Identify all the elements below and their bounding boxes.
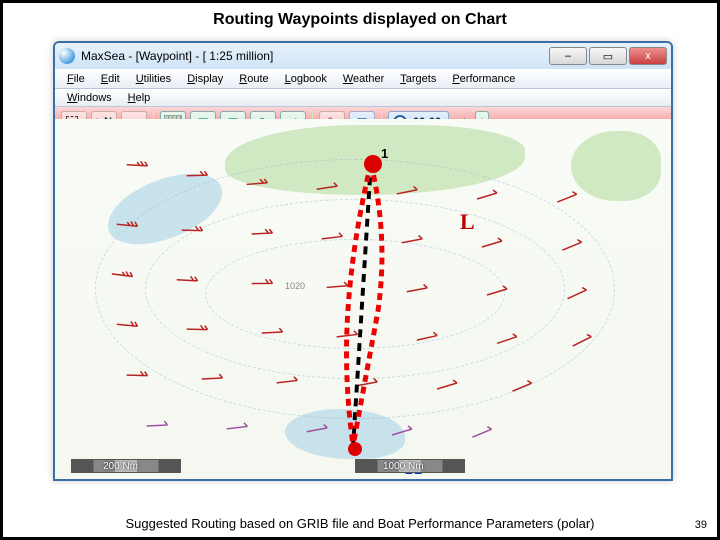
app-window: MaxSea - [Waypoint] - [ 1:25 million] – … bbox=[53, 41, 673, 481]
menu-windows[interactable]: Windows bbox=[59, 92, 120, 104]
wind-barb-icon bbox=[394, 184, 423, 200]
wind-barb-icon bbox=[480, 237, 508, 251]
waypoint-end[interactable] bbox=[348, 442, 362, 456]
wind-barb-icon bbox=[144, 416, 175, 436]
isobar-label: 1020 bbox=[285, 281, 305, 291]
menu-help[interactable]: Help bbox=[120, 92, 159, 104]
menubar-row2: Windows Help bbox=[55, 89, 671, 107]
scale-text-left: 200 Nm bbox=[103, 461, 138, 472]
maximize-button[interactable]: ▭ bbox=[589, 47, 627, 65]
menu-targets[interactable]: Targets bbox=[392, 73, 444, 85]
page-number: 39 bbox=[695, 519, 707, 531]
slide-footer: Suggested Routing based on GRIB file and… bbox=[3, 516, 717, 531]
menu-route[interactable]: Route bbox=[231, 73, 276, 85]
pressure-low-label: L bbox=[460, 209, 475, 235]
wind-barb-icon bbox=[224, 419, 254, 438]
wind-barb-icon bbox=[475, 189, 503, 203]
menu-edit[interactable]: Edit bbox=[93, 73, 128, 85]
wind-barb-icon bbox=[485, 285, 513, 299]
window-title: MaxSea - [Waypoint] - [ 1:25 million] bbox=[81, 49, 549, 63]
wind-barb-icon bbox=[509, 379, 538, 396]
chart-canvas[interactable]: 1020 1 L H 200 Nm 1000 Nm bbox=[55, 119, 671, 479]
close-button[interactable]: x bbox=[629, 47, 667, 65]
wind-barb-icon bbox=[304, 422, 333, 439]
menu-file[interactable]: File bbox=[59, 73, 93, 85]
landmass-shape bbox=[571, 131, 661, 201]
app-icon bbox=[59, 48, 75, 64]
wind-barb-icon bbox=[399, 233, 428, 250]
wind-barb-icon bbox=[390, 425, 418, 439]
menubar: File Edit Utilities Display Route Logboo… bbox=[55, 69, 671, 89]
slide-title: Routing Waypoints displayed on Chart bbox=[3, 3, 717, 35]
minimize-button[interactable]: – bbox=[549, 47, 587, 65]
menu-performance[interactable]: Performance bbox=[444, 73, 523, 85]
menu-weather[interactable]: Weather bbox=[335, 73, 392, 85]
menu-display[interactable]: Display bbox=[179, 73, 231, 85]
wind-barb-icon bbox=[354, 376, 383, 393]
wind-barb-icon bbox=[123, 155, 154, 178]
wind-barb-icon bbox=[559, 238, 588, 255]
wind-barb-icon bbox=[435, 379, 463, 393]
wind-barb-icon bbox=[415, 330, 444, 346]
wind-barb-icon bbox=[404, 282, 433, 299]
scale-text-right: 1000 Nm bbox=[383, 461, 424, 472]
menu-logbook[interactable]: Logbook bbox=[277, 73, 335, 85]
wind-barb-icon bbox=[554, 190, 583, 206]
titlebar: MaxSea - [Waypoint] - [ 1:25 million] – … bbox=[55, 43, 671, 69]
waypoint-start[interactable] bbox=[364, 155, 382, 173]
window-controls: – ▭ x bbox=[549, 47, 667, 65]
wind-barb-icon bbox=[495, 333, 523, 348]
menu-utilities[interactable]: Utilities bbox=[128, 73, 179, 85]
waypoint-label: 1 bbox=[381, 146, 388, 161]
wind-barb-icon bbox=[469, 425, 498, 442]
